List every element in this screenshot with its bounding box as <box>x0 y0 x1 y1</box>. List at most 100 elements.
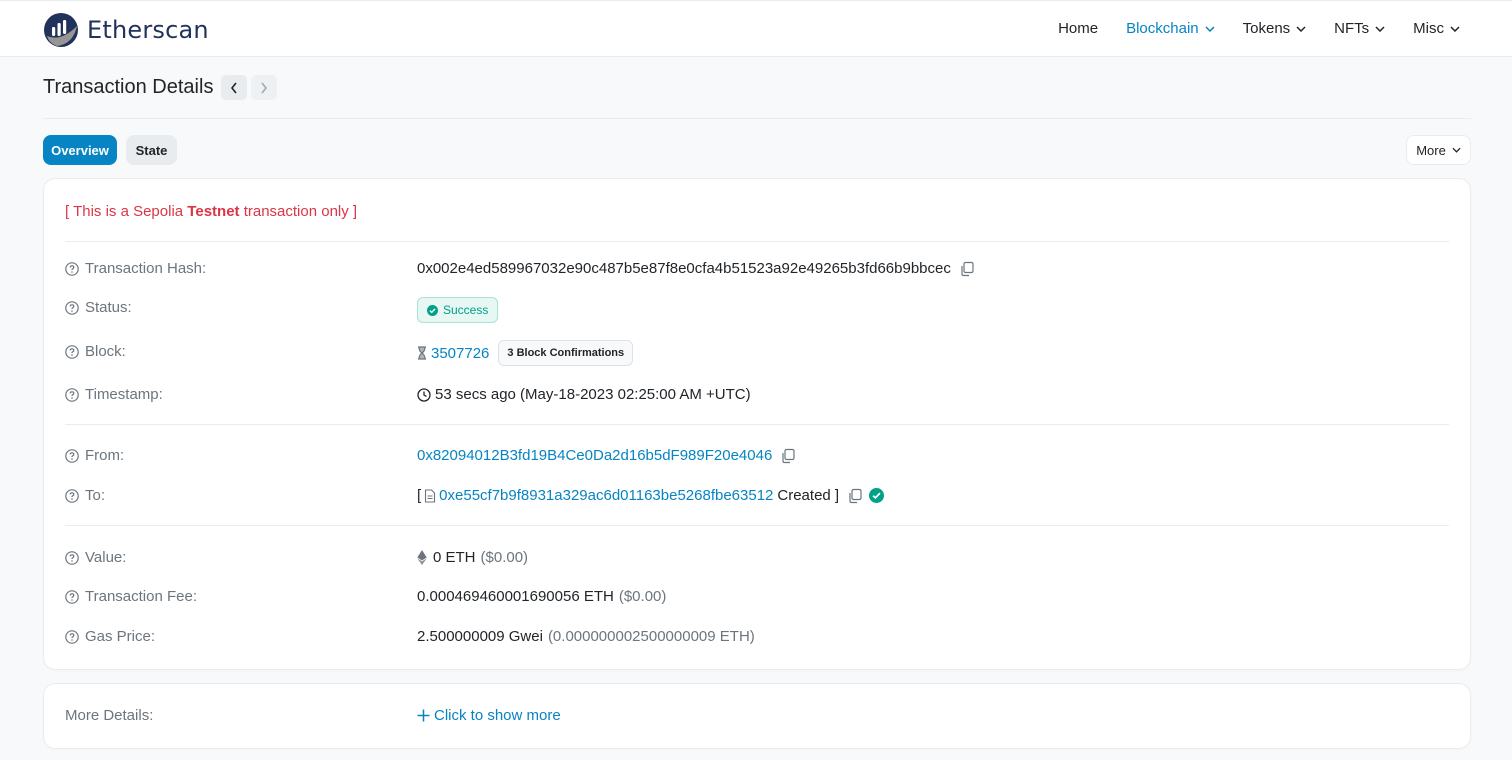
transaction-hash-label-text: Transaction Hash: <box>85 260 207 277</box>
to-label-text: To: <box>85 487 106 504</box>
value-label-text: Value: <box>85 549 127 566</box>
plus-icon <box>417 709 430 722</box>
transaction-fee-label-text: Transaction Fee: <box>85 588 197 605</box>
gas-price-amount: 2.500000009 Gwei <box>417 628 543 645</box>
question-circle-icon[interactable] <box>65 589 79 604</box>
block-label-text: Block: <box>85 343 126 360</box>
nav-nfts-label: NFTs <box>1334 20 1370 37</box>
gas-price-label-text: Gas Price: <box>85 628 156 645</box>
value-value: 0 ETH ($0.00) <box>417 549 528 566</box>
testnet-notice: [ This is a Sepolia Testnet transaction … <box>65 203 357 220</box>
nav-misc[interactable]: Misc <box>1413 20 1460 37</box>
file-contract-icon <box>425 488 436 503</box>
question-circle-icon[interactable] <box>65 448 79 463</box>
title-row: Transaction Details <box>43 75 278 100</box>
question-circle-icon[interactable] <box>65 387 79 402</box>
chevron-down-icon <box>1375 25 1385 32</box>
block-value: 3507726 3 Block Confirmations <box>417 340 634 366</box>
main-nav: Home Blockchain Tokens NFTs Misc <box>1030 1 1460 56</box>
from-address-link[interactable]: 0x82094012B3fd19B4Ce0Da2d16b5dF989F20e40… <box>417 447 772 464</box>
question-circle-icon[interactable] <box>65 550 79 565</box>
transaction-hash-text: 0x002e4ed589967032e90c487b5e87f8e0cfa4b5… <box>417 260 951 277</box>
tab-overview-label: Overview <box>51 142 109 158</box>
transaction-fee-label: Transaction Fee: <box>65 588 197 605</box>
more-dropdown-button[interactable]: More <box>1406 135 1471 165</box>
chevron-down-icon <box>1205 25 1215 32</box>
ethereum-icon <box>417 550 427 565</box>
etherscan-logo-icon <box>44 13 78 47</box>
timestamp-value: 53 secs ago (May-18-2023 02:25:00 AM +UT… <box>417 386 751 403</box>
verified-check-icon <box>869 488 885 503</box>
nav-blockchain[interactable]: Blockchain <box>1126 20 1215 37</box>
to-contract-link[interactable]: 0xe55cf7b9f8931a329ac6d01163be5268fbe635… <box>439 487 773 504</box>
question-circle-icon[interactable] <box>65 344 79 359</box>
top-navbar: Etherscan Home Blockchain Tokens NFTs Mi… <box>0 0 1512 57</box>
hourglass-icon <box>418 346 426 360</box>
status-badge: Success <box>417 297 499 323</box>
brand-logo[interactable]: Etherscan <box>43 12 209 48</box>
status-label-text: Status: <box>85 299 132 316</box>
transaction-hash-label: Transaction Hash: <box>65 260 206 277</box>
question-circle-icon[interactable] <box>65 488 79 503</box>
transaction-fee-value: 0.000469460001690056 ETH ($0.00) <box>417 588 666 605</box>
section-divider <box>65 241 1449 242</box>
transaction-hash-value: 0x002e4ed589967032e90c487b5e87f8e0cfa4b5… <box>417 260 975 277</box>
transaction-overview-card: [ This is a Sepolia Testnet transaction … <box>43 178 1471 670</box>
block-label: Block: <box>65 343 126 360</box>
timestamp-label-text: Timestamp: <box>85 386 163 403</box>
copy-icon[interactable] <box>959 261 975 277</box>
title-divider <box>43 118 1471 119</box>
tab-overview[interactable]: Overview <box>43 135 117 165</box>
clock-icon <box>417 387 431 402</box>
question-circle-icon[interactable] <box>65 629 79 644</box>
section-divider <box>65 424 1449 425</box>
chevron-down-icon <box>1452 147 1461 153</box>
nav-home[interactable]: Home <box>1058 20 1098 37</box>
testnet-notice-prefix: [ This is a Sepolia <box>65 203 188 220</box>
from-label: From: <box>65 447 124 464</box>
tab-state-label: State <box>135 142 168 158</box>
from-label-text: From: <box>85 447 125 464</box>
to-value: [ 0xe55cf7b9f8931a329ac6d01163be5268fbe6… <box>417 487 885 504</box>
more-details-label-text: More Details: <box>65 707 154 724</box>
from-value: 0x82094012B3fd19B4Ce0Da2d16b5dF989F20e40… <box>417 447 796 464</box>
transaction-fee-amount: 0.000469460001690056 ETH <box>417 588 614 605</box>
nav-tokens-label: Tokens <box>1242 20 1291 37</box>
question-circle-icon[interactable] <box>65 300 79 315</box>
chevron-down-icon <box>1296 25 1306 32</box>
timestamp-label: Timestamp: <box>65 386 163 403</box>
next-transaction-button[interactable] <box>251 75 278 100</box>
status-label: Status: <box>65 299 132 316</box>
gas-price-label: Gas Price: <box>65 628 155 645</box>
question-circle-icon[interactable] <box>65 261 79 276</box>
gas-price-value: 2.500000009 Gwei (0.000000002500000009 E… <box>417 628 755 645</box>
chevron-down-icon <box>1450 25 1460 32</box>
show-more-link[interactable]: Click to show more <box>417 707 561 724</box>
more-details-label: More Details: <box>65 707 153 724</box>
nav-misc-label: Misc <box>1413 20 1444 37</box>
check-circle-icon <box>427 304 438 316</box>
nav-home-label: Home <box>1058 20 1099 37</box>
status-value: Success <box>417 297 499 323</box>
copy-icon[interactable] <box>780 448 796 464</box>
nav-nfts[interactable]: NFTs <box>1334 20 1385 37</box>
tab-state[interactable]: State <box>126 135 177 165</box>
status-badge-text: Success <box>443 303 489 317</box>
show-more-text: Click to show more <box>434 707 561 724</box>
value-amount: 0 ETH <box>433 549 476 566</box>
to-label: To: <box>65 487 105 504</box>
to-open-bracket: [ <box>417 487 422 504</box>
copy-icon[interactable] <box>847 488 863 504</box>
section-divider <box>65 525 1449 526</box>
value-usd: ($0.00) <box>480 549 529 566</box>
to-created-text: Created ] <box>777 487 840 504</box>
timestamp-text: 53 secs ago (May-18-2023 02:25:00 AM +UT… <box>435 386 751 403</box>
more-details-card: More Details: Click to show more <box>43 683 1471 749</box>
testnet-notice-suffix: transaction only ] <box>239 203 358 220</box>
previous-transaction-button[interactable] <box>221 75 248 100</box>
block-number-link[interactable]: 3507726 <box>431 345 489 362</box>
page-title: Transaction Details <box>43 76 214 98</box>
gas-price-eth: (0.000000002500000009 ETH) <box>547 628 755 645</box>
more-label: More <box>1416 142 1446 158</box>
nav-tokens[interactable]: Tokens <box>1243 20 1307 37</box>
